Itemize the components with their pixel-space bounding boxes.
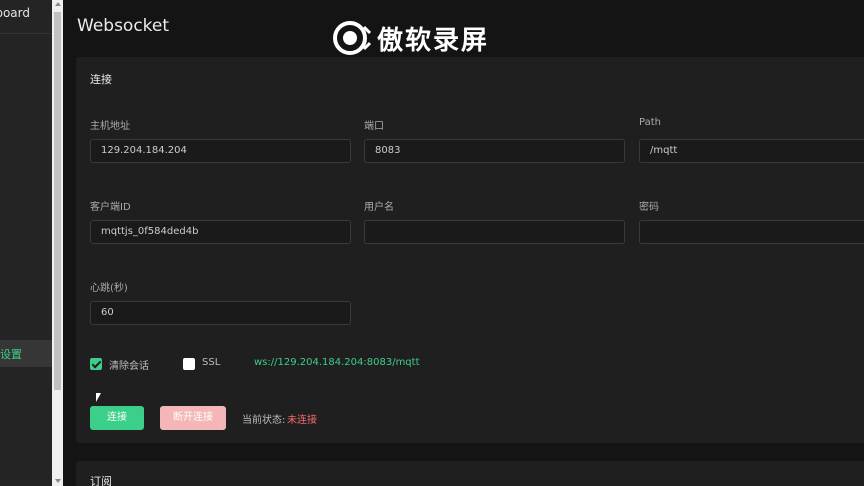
clean-session-checkbox[interactable] <box>90 358 102 370</box>
connection-state-value: 未连接 <box>287 415 317 426</box>
path-label: Path <box>639 117 661 128</box>
path-input[interactable]: /mqtt <box>639 139 864 163</box>
sidebar-item-active[interactable]: 设置 <box>0 340 52 367</box>
scrollbar-thumb[interactable] <box>54 12 61 390</box>
sidebar-scrollbar[interactable] <box>52 0 63 486</box>
connect-card-title: 连接 <box>90 73 112 86</box>
port-label: 端口 <box>364 121 384 132</box>
connect-card: 连接 主机地址 129.204.184.204 端口 8083 Path /mq… <box>76 57 864 443</box>
recorder-watermark: 傲软录屏 <box>333 18 489 58</box>
recorder-logo-icon <box>333 19 372 57</box>
subscribe-card-title: 订阅 <box>90 475 112 486</box>
ssl-label[interactable]: SSL <box>202 357 220 368</box>
clean-session-label[interactable]: 清除会话 <box>109 357 149 372</box>
sidebar-item-label: 设置 <box>0 348 22 361</box>
password-label: 密码 <box>639 202 659 213</box>
connection-state-label: 当前状态: <box>242 415 286 426</box>
username-input[interactable] <box>364 220 625 244</box>
host-input[interactable]: 129.204.184.204 <box>90 139 351 163</box>
page-title: Websocket <box>77 16 170 36</box>
scroll-down-arrow-icon[interactable] <box>55 479 61 483</box>
keepalive-label: 心跳(秒) <box>90 283 128 294</box>
keepalive-input[interactable]: 60 <box>90 301 351 325</box>
scroll-up-arrow-icon[interactable] <box>55 2 61 6</box>
app-root: Dashboard 设置 Websocket 傲软录屏 连接 主机地址 129.… <box>0 0 864 486</box>
port-input[interactable]: 8083 <box>364 139 625 163</box>
password-input[interactable] <box>639 220 864 244</box>
username-label: 用户名 <box>364 202 394 213</box>
ssl-checkbox[interactable] <box>183 358 195 370</box>
client-id-input[interactable]: mqttjs_0f584ded4b <box>90 220 351 244</box>
sidebar-brand[interactable]: Dashboard <box>0 0 52 34</box>
subscribe-card: 订阅 <box>76 461 864 486</box>
connect-button[interactable]: 连接 <box>90 406 144 430</box>
client-id-label: 客户端ID <box>90 202 131 213</box>
watermark-text: 傲软录屏 <box>377 25 490 56</box>
ws-url-text: ws://129.204.184.204:8083/mqtt <box>254 357 420 368</box>
sidebar: Dashboard 设置 <box>0 0 52 486</box>
mouse-cursor-icon <box>96 393 101 402</box>
disconnect-button[interactable]: 断开连接 <box>160 406 226 430</box>
sidebar-brand-label: Dashboard <box>0 6 30 20</box>
host-label: 主机地址 <box>90 121 130 132</box>
